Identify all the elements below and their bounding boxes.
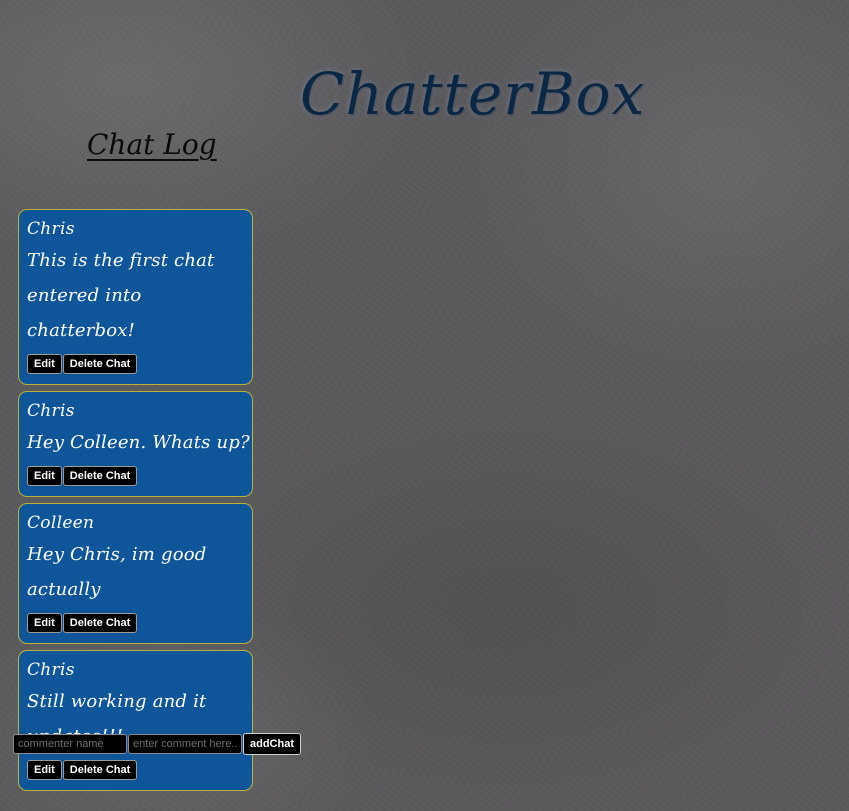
edit-chat-button[interactable]: Edit	[27, 613, 62, 633]
chat-author: Chris	[27, 219, 75, 239]
chat-composer: addChat	[13, 733, 301, 755]
delete-chat-button[interactable]: Delete Chat	[62, 760, 138, 780]
delete-chat-button[interactable]: Delete Chat	[62, 613, 138, 633]
edit-chat-button[interactable]: Edit	[27, 354, 62, 374]
chat-card: Chris Hey Colleen. Whats up? Edit Delete…	[18, 391, 253, 497]
chat-message: Hey Chris, im good actually	[27, 544, 207, 600]
add-chat-button[interactable]: addChat	[243, 733, 301, 755]
edit-chat-button[interactable]: Edit	[27, 466, 62, 486]
edit-chat-button[interactable]: Edit	[27, 760, 62, 780]
chat-message: Hey Colleen. Whats up?	[27, 432, 250, 453]
delete-chat-button[interactable]: Delete Chat	[62, 466, 138, 486]
chat-card: Colleen Hey Chris, im good actually Edit…	[18, 503, 253, 644]
chat-message: This is the first chat entered into chat…	[27, 250, 215, 341]
delete-chat-button[interactable]: Delete Chat	[62, 354, 138, 374]
chat-actions: Edit Delete Chat	[27, 760, 244, 780]
chat-author: Chris	[27, 660, 75, 680]
commenter-name-input[interactable]	[13, 734, 127, 754]
chat-card: Chris Still working and it updates!!! Ed…	[18, 650, 253, 791]
chat-author: Colleen	[27, 513, 95, 533]
app-title: ChatterBox	[300, 60, 646, 128]
chat-log: Chris This is the first chat entered int…	[18, 209, 253, 797]
chat-actions: Edit Delete Chat	[27, 466, 244, 486]
chat-card: Chris This is the first chat entered int…	[18, 209, 253, 385]
chat-author: Chris	[27, 401, 75, 421]
chat-log-title: Chat Log	[87, 128, 217, 161]
comment-input[interactable]	[128, 734, 242, 754]
chat-actions: Edit Delete Chat	[27, 613, 244, 633]
chat-actions: Edit Delete Chat	[27, 354, 244, 374]
